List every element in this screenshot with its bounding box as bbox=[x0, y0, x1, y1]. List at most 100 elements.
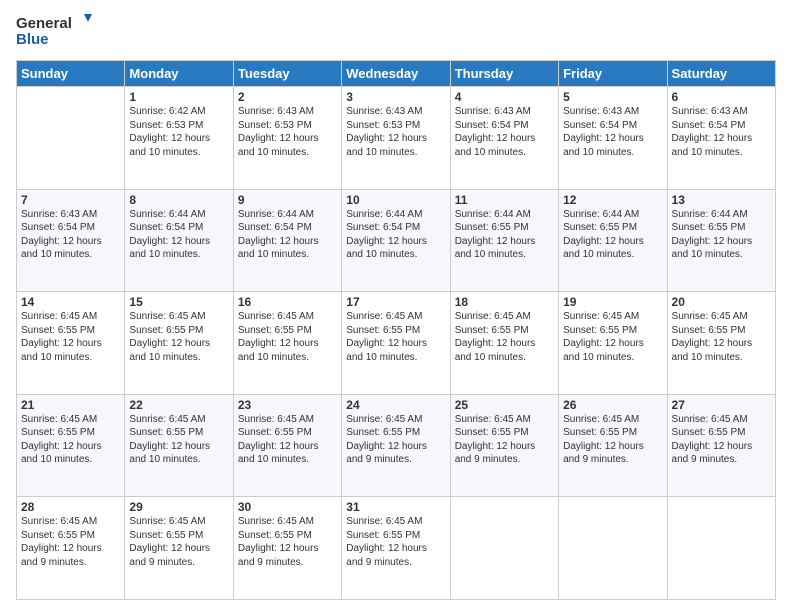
svg-text:Blue: Blue bbox=[16, 31, 49, 48]
calendar-day-cell: 25Sunrise: 6:45 AMSunset: 6:55 PMDayligh… bbox=[450, 394, 558, 497]
calendar-day-cell: 16Sunrise: 6:45 AMSunset: 6:55 PMDayligh… bbox=[233, 292, 341, 395]
day-number: 14 bbox=[21, 295, 120, 309]
calendar-day-cell: 20Sunrise: 6:45 AMSunset: 6:55 PMDayligh… bbox=[667, 292, 775, 395]
day-of-week-header: Friday bbox=[559, 61, 667, 87]
day-info: Sunrise: 6:45 AMSunset: 6:55 PMDaylight:… bbox=[455, 310, 554, 364]
day-info: Sunrise: 6:44 AMSunset: 6:54 PMDaylight:… bbox=[346, 208, 445, 262]
day-info: Sunrise: 6:43 AMSunset: 6:53 PMDaylight:… bbox=[346, 105, 445, 159]
day-info: Sunrise: 6:44 AMSunset: 6:55 PMDaylight:… bbox=[455, 208, 554, 262]
day-of-week-header: Saturday bbox=[667, 61, 775, 87]
day-number: 2 bbox=[238, 90, 337, 104]
page: General Blue SundayMondayTuesdayWednesda… bbox=[0, 0, 792, 612]
day-number: 8 bbox=[129, 193, 228, 207]
calendar-day-cell: 5Sunrise: 6:43 AMSunset: 6:54 PMDaylight… bbox=[559, 87, 667, 190]
day-number: 29 bbox=[129, 500, 228, 514]
day-info: Sunrise: 6:45 AMSunset: 6:55 PMDaylight:… bbox=[21, 515, 120, 569]
day-info: Sunrise: 6:42 AMSunset: 6:53 PMDaylight:… bbox=[129, 105, 228, 159]
day-number: 26 bbox=[563, 398, 662, 412]
day-number: 20 bbox=[672, 295, 771, 309]
day-of-week-header: Tuesday bbox=[233, 61, 341, 87]
day-number: 4 bbox=[455, 90, 554, 104]
calendar-week-row: 1Sunrise: 6:42 AMSunset: 6:53 PMDaylight… bbox=[17, 87, 776, 190]
day-info: Sunrise: 6:44 AMSunset: 6:54 PMDaylight:… bbox=[238, 208, 337, 262]
calendar-table: SundayMondayTuesdayWednesdayThursdayFrid… bbox=[16, 60, 776, 600]
day-number: 21 bbox=[21, 398, 120, 412]
calendar-day-cell: 10Sunrise: 6:44 AMSunset: 6:54 PMDayligh… bbox=[342, 189, 450, 292]
calendar-day-cell bbox=[450, 497, 558, 600]
day-number: 17 bbox=[346, 295, 445, 309]
day-info: Sunrise: 6:45 AMSunset: 6:55 PMDaylight:… bbox=[346, 310, 445, 364]
day-info: Sunrise: 6:45 AMSunset: 6:55 PMDaylight:… bbox=[129, 413, 228, 467]
calendar-day-cell bbox=[559, 497, 667, 600]
day-info: Sunrise: 6:45 AMSunset: 6:55 PMDaylight:… bbox=[129, 515, 228, 569]
calendar-day-cell: 11Sunrise: 6:44 AMSunset: 6:55 PMDayligh… bbox=[450, 189, 558, 292]
calendar-week-row: 14Sunrise: 6:45 AMSunset: 6:55 PMDayligh… bbox=[17, 292, 776, 395]
calendar-day-cell bbox=[667, 497, 775, 600]
calendar-day-cell: 17Sunrise: 6:45 AMSunset: 6:55 PMDayligh… bbox=[342, 292, 450, 395]
calendar-day-cell: 15Sunrise: 6:45 AMSunset: 6:55 PMDayligh… bbox=[125, 292, 233, 395]
calendar-day-cell bbox=[17, 87, 125, 190]
calendar-day-cell: 29Sunrise: 6:45 AMSunset: 6:55 PMDayligh… bbox=[125, 497, 233, 600]
calendar-week-row: 21Sunrise: 6:45 AMSunset: 6:55 PMDayligh… bbox=[17, 394, 776, 497]
day-number: 13 bbox=[672, 193, 771, 207]
calendar-day-cell: 31Sunrise: 6:45 AMSunset: 6:55 PMDayligh… bbox=[342, 497, 450, 600]
day-info: Sunrise: 6:45 AMSunset: 6:55 PMDaylight:… bbox=[563, 310, 662, 364]
day-number: 25 bbox=[455, 398, 554, 412]
calendar-day-cell: 28Sunrise: 6:45 AMSunset: 6:55 PMDayligh… bbox=[17, 497, 125, 600]
day-info: Sunrise: 6:45 AMSunset: 6:55 PMDaylight:… bbox=[21, 413, 120, 467]
calendar-week-row: 7Sunrise: 6:43 AMSunset: 6:54 PMDaylight… bbox=[17, 189, 776, 292]
calendar-day-cell: 18Sunrise: 6:45 AMSunset: 6:55 PMDayligh… bbox=[450, 292, 558, 395]
day-info: Sunrise: 6:43 AMSunset: 6:54 PMDaylight:… bbox=[563, 105, 662, 159]
calendar-day-cell: 26Sunrise: 6:45 AMSunset: 6:55 PMDayligh… bbox=[559, 394, 667, 497]
day-info: Sunrise: 6:45 AMSunset: 6:55 PMDaylight:… bbox=[238, 310, 337, 364]
calendar-day-cell: 4Sunrise: 6:43 AMSunset: 6:54 PMDaylight… bbox=[450, 87, 558, 190]
calendar-day-cell: 27Sunrise: 6:45 AMSunset: 6:55 PMDayligh… bbox=[667, 394, 775, 497]
calendar-day-cell: 8Sunrise: 6:44 AMSunset: 6:54 PMDaylight… bbox=[125, 189, 233, 292]
calendar-day-cell: 21Sunrise: 6:45 AMSunset: 6:55 PMDayligh… bbox=[17, 394, 125, 497]
day-number: 27 bbox=[672, 398, 771, 412]
calendar-day-cell: 1Sunrise: 6:42 AMSunset: 6:53 PMDaylight… bbox=[125, 87, 233, 190]
day-info: Sunrise: 6:45 AMSunset: 6:55 PMDaylight:… bbox=[672, 413, 771, 467]
calendar-day-cell: 6Sunrise: 6:43 AMSunset: 6:54 PMDaylight… bbox=[667, 87, 775, 190]
day-number: 23 bbox=[238, 398, 337, 412]
day-number: 6 bbox=[672, 90, 771, 104]
day-of-week-header: Monday bbox=[125, 61, 233, 87]
calendar-day-cell: 22Sunrise: 6:45 AMSunset: 6:55 PMDayligh… bbox=[125, 394, 233, 497]
day-number: 24 bbox=[346, 398, 445, 412]
calendar-header-row: SundayMondayTuesdayWednesdayThursdayFrid… bbox=[17, 61, 776, 87]
day-info: Sunrise: 6:44 AMSunset: 6:55 PMDaylight:… bbox=[672, 208, 771, 262]
logo: General Blue bbox=[16, 12, 96, 52]
day-number: 12 bbox=[563, 193, 662, 207]
day-info: Sunrise: 6:45 AMSunset: 6:55 PMDaylight:… bbox=[455, 413, 554, 467]
calendar-day-cell: 9Sunrise: 6:44 AMSunset: 6:54 PMDaylight… bbox=[233, 189, 341, 292]
day-info: Sunrise: 6:45 AMSunset: 6:55 PMDaylight:… bbox=[672, 310, 771, 364]
day-number: 1 bbox=[129, 90, 228, 104]
svg-text:General: General bbox=[16, 15, 72, 32]
day-info: Sunrise: 6:45 AMSunset: 6:55 PMDaylight:… bbox=[21, 310, 120, 364]
day-info: Sunrise: 6:44 AMSunset: 6:54 PMDaylight:… bbox=[129, 208, 228, 262]
general-blue-logo-icon: General Blue bbox=[16, 12, 96, 52]
day-of-week-header: Thursday bbox=[450, 61, 558, 87]
day-info: Sunrise: 6:45 AMSunset: 6:55 PMDaylight:… bbox=[129, 310, 228, 364]
day-info: Sunrise: 6:44 AMSunset: 6:55 PMDaylight:… bbox=[563, 208, 662, 262]
day-number: 7 bbox=[21, 193, 120, 207]
day-number: 31 bbox=[346, 500, 445, 514]
calendar-day-cell: 24Sunrise: 6:45 AMSunset: 6:55 PMDayligh… bbox=[342, 394, 450, 497]
day-info: Sunrise: 6:45 AMSunset: 6:55 PMDaylight:… bbox=[238, 515, 337, 569]
day-number: 30 bbox=[238, 500, 337, 514]
day-info: Sunrise: 6:45 AMSunset: 6:55 PMDaylight:… bbox=[238, 413, 337, 467]
day-info: Sunrise: 6:43 AMSunset: 6:53 PMDaylight:… bbox=[238, 105, 337, 159]
calendar-day-cell: 3Sunrise: 6:43 AMSunset: 6:53 PMDaylight… bbox=[342, 87, 450, 190]
day-number: 22 bbox=[129, 398, 228, 412]
day-info: Sunrise: 6:43 AMSunset: 6:54 PMDaylight:… bbox=[455, 105, 554, 159]
day-info: Sunrise: 6:43 AMSunset: 6:54 PMDaylight:… bbox=[21, 208, 120, 262]
calendar-day-cell: 14Sunrise: 6:45 AMSunset: 6:55 PMDayligh… bbox=[17, 292, 125, 395]
day-of-week-header: Wednesday bbox=[342, 61, 450, 87]
day-info: Sunrise: 6:45 AMSunset: 6:55 PMDaylight:… bbox=[346, 413, 445, 467]
day-info: Sunrise: 6:45 AMSunset: 6:55 PMDaylight:… bbox=[563, 413, 662, 467]
calendar-day-cell: 2Sunrise: 6:43 AMSunset: 6:53 PMDaylight… bbox=[233, 87, 341, 190]
day-number: 15 bbox=[129, 295, 228, 309]
day-number: 28 bbox=[21, 500, 120, 514]
day-number: 11 bbox=[455, 193, 554, 207]
day-number: 18 bbox=[455, 295, 554, 309]
